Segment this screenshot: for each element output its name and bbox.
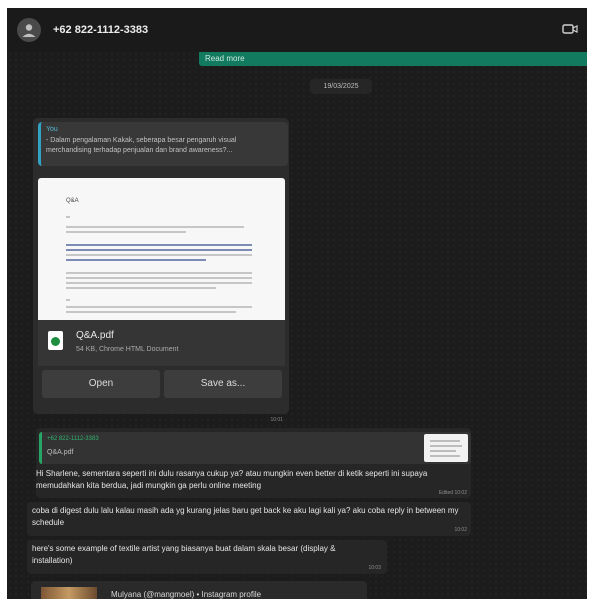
quote-author: You	[46, 126, 58, 133]
preview-line	[66, 244, 252, 246]
preview-line	[66, 299, 70, 301]
contact-name[interactable]: +62 822-1112-3383	[53, 24, 148, 36]
preview-line	[66, 259, 206, 261]
preview-line	[66, 254, 252, 256]
preview-line	[66, 277, 252, 279]
file-name: Q&A.pdf	[76, 330, 114, 341]
file-meta: 54 KB, Chrome HTML Document	[76, 346, 179, 353]
file-attachment[interactable]: Q&A.pdf 54 KB, Chrome HTML Document	[38, 320, 285, 366]
message-time: 10:03	[368, 565, 381, 571]
message-time: 10:01	[270, 417, 283, 423]
document-message: You - Dalam pengalaman Kakak, seberapa b…	[33, 118, 289, 423]
message-text: here's some example of textile artist ya…	[32, 544, 336, 565]
link-thumbnail	[41, 587, 97, 599]
quote-file: Q&A.pdf	[47, 449, 74, 456]
chrome-document-icon	[48, 331, 63, 350]
link-preview-message[interactable]: Mulyana (@mangmoel) • Instagram profile	[31, 581, 367, 599]
preview-line	[66, 282, 252, 284]
video-call-icon[interactable]	[562, 22, 578, 36]
message-text: coba di digest dulu lalu kalau masih ada…	[32, 506, 459, 527]
quote-thumbnail	[424, 434, 468, 462]
chat-header: +62 822-1112-3383	[7, 8, 587, 51]
read-more-link[interactable]: Read more	[205, 54, 245, 63]
preview-line	[66, 272, 252, 274]
quoted-message[interactable]: +62 822-1112-3383 Q&A.pdf	[39, 432, 471, 464]
preview-line	[66, 311, 236, 313]
preview-line	[66, 287, 216, 289]
text-message: coba di digest dulu lalu kalau masih ada…	[27, 502, 471, 536]
quote-author: +62 822-1112-3383	[47, 436, 99, 442]
chat-window: +62 822-1112-3383 Read more 19/03/2025 Y…	[7, 8, 587, 599]
quote-text: - Dalam pengalaman Kakak, seberapa besar…	[46, 137, 237, 154]
message-time: Edited 10:02	[438, 490, 467, 496]
preview-line	[66, 231, 186, 233]
date-separator: 19/03/2025	[310, 79, 372, 94]
open-button[interactable]: Open	[42, 370, 160, 398]
preview-line	[66, 249, 252, 251]
text-message: here's some example of textile artist ya…	[27, 540, 387, 574]
preview-line	[66, 216, 70, 218]
preview-line	[66, 306, 252, 308]
document-preview[interactable]: Q&A	[38, 178, 285, 320]
avatar[interactable]	[17, 17, 41, 42]
message-text: Hi Sharlene, sementara seperti ini dulu …	[36, 469, 428, 490]
preview-line	[66, 226, 244, 228]
save-as-button[interactable]: Save as...	[164, 370, 282, 398]
preview-title: Q&A	[66, 198, 79, 204]
link-title: Mulyana (@mangmoel) • Instagram profile	[111, 590, 262, 599]
message-time: 10:02	[454, 527, 467, 533]
quoted-message[interactable]: You - Dalam pengalaman Kakak, seberapa b…	[38, 122, 288, 166]
person-icon	[22, 23, 36, 37]
outgoing-message-tail: Read more	[199, 52, 587, 66]
reply-message: +62 822-1112-3383 Q&A.pdf Hi Sharlene, s…	[36, 428, 471, 498]
